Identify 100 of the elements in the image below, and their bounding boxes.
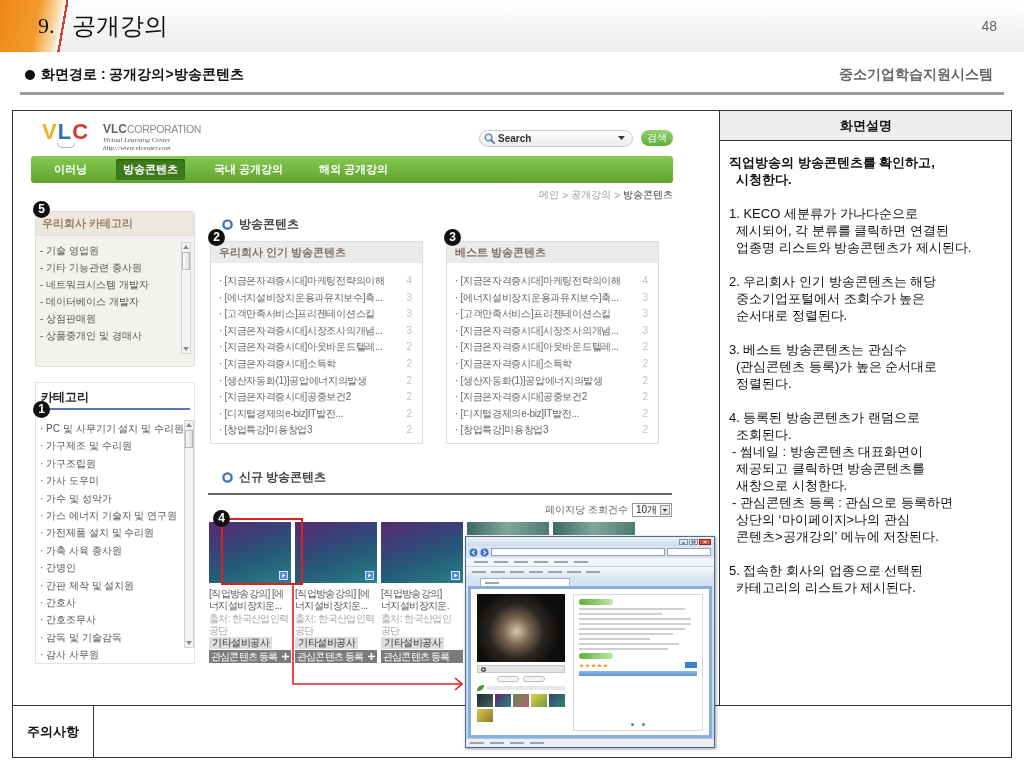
view-count: 2 xyxy=(642,373,648,388)
content-link[interactable]: · [에너지설비장치운용과유지보수]축... xyxy=(219,289,383,307)
content-link[interactable]: · [지금은자격증시대]아웃바운드텔레... xyxy=(219,339,383,356)
category-item[interactable]: · 가사 도우미 xyxy=(40,472,184,490)
content-link[interactable]: · [지금은자격증시대]마케팅전략의이해 xyxy=(219,273,385,290)
category-item[interactable]: · PC 및 사무기기 설치 및 수리원 xyxy=(40,420,184,438)
video-thumbnail[interactable] xyxy=(295,522,377,583)
video-thumbnail[interactable] xyxy=(209,522,291,583)
category-item[interactable]: · 가스 에너지 기술자 및 연구원 xyxy=(40,507,184,525)
content-link[interactable]: · [고객만족서비스]프리젠테이션스킬 xyxy=(219,306,375,323)
small-button[interactable] xyxy=(523,676,545,682)
play-icon[interactable] xyxy=(365,571,374,580)
play-icon[interactable] xyxy=(451,571,460,580)
video-thumbnail[interactable] xyxy=(477,709,493,722)
category-item[interactable]: - 상품중개인 및 경매사 xyxy=(40,327,181,344)
scrollbar-thumb[interactable] xyxy=(182,252,190,270)
search-field[interactable]: Search xyxy=(479,129,633,147)
caret-icon[interactable] xyxy=(660,505,670,515)
category-item[interactable]: · 간판 제작 및 설치원 xyxy=(40,576,184,595)
category-item[interactable]: · 감사 사무원 xyxy=(40,646,184,664)
category-item[interactable]: · 감독 및 기술감독 xyxy=(40,628,184,647)
browser-tab[interactable] xyxy=(480,578,570,586)
video-thumbnail[interactable] xyxy=(477,694,493,707)
view-count: 4 xyxy=(406,274,412,288)
video-thumbnail[interactable] xyxy=(513,694,529,707)
register-button[interactable]: 관심콘텐츠 등록 xyxy=(295,650,377,663)
play-icon[interactable] xyxy=(279,571,288,580)
content-link[interactable]: [직업방송강의] [에너지설비장치운... xyxy=(295,588,377,611)
category-item[interactable]: - 기술 영업원 xyxy=(40,242,181,259)
minimize-icon[interactable] xyxy=(679,538,688,545)
scrollbar[interactable] xyxy=(181,242,191,354)
content-link[interactable]: · [창업특강]미용창업3 xyxy=(455,422,549,439)
category-item[interactable]: · 가축 사육 종사원 xyxy=(40,541,184,560)
category-item[interactable]: · 가구조립원 xyxy=(40,454,184,473)
content-link[interactable]: · [지금은자격증시대]시장조사의개념... xyxy=(455,322,619,340)
content-link[interactable]: · [지금은자격증시대]시장조사의개념... xyxy=(219,322,383,340)
content-link[interactable]: · [디지털경제의e-biz]IT발전... xyxy=(455,405,579,423)
page-dot-icon[interactable] xyxy=(642,723,645,726)
content-link[interactable]: · [지금은자격증시대]소득학 xyxy=(455,355,573,373)
search-field[interactable] xyxy=(667,548,711,556)
content-link[interactable]: [직업방송강의] [에너지설비장치운... xyxy=(209,588,291,611)
video-thumbnail[interactable] xyxy=(495,694,511,707)
back-icon[interactable] xyxy=(469,547,478,557)
content-link[interactable]: · [생산자동화(1)]공압에너지의발생 xyxy=(219,372,367,390)
scroll-up-icon[interactable] xyxy=(183,245,189,249)
content-link[interactable]: · [창업특강]미용창업3 xyxy=(219,422,313,439)
scrollbar[interactable] xyxy=(183,420,194,648)
category-item[interactable]: · 가구제조 및 수리원 xyxy=(40,437,184,455)
content-link[interactable]: · [지금은자격증시대]소득학 xyxy=(219,355,337,373)
category-item[interactable]: · 가수 및 성악가 xyxy=(40,489,184,508)
category-item[interactable]: · 간호조무사 xyxy=(40,611,184,629)
section-heading: 방송콘텐츠 xyxy=(239,215,299,233)
category-item[interactable]: - 데이터베이스 개발자 xyxy=(40,293,181,310)
scroll-down-icon[interactable] xyxy=(183,347,189,351)
play-icon[interactable] xyxy=(481,666,486,672)
scroll-up-icon[interactable] xyxy=(185,423,192,427)
register-button[interactable]: 관심콘텐츠 등록 xyxy=(381,650,463,663)
view-count: 2 xyxy=(642,406,648,421)
category-item[interactable]: · 간호사 xyxy=(40,594,184,612)
video-thumbnail[interactable] xyxy=(531,694,547,707)
category-item[interactable]: · 간병인 xyxy=(40,559,184,577)
content-link[interactable]: · [생산자동화(1)]공압에너지의발생 xyxy=(455,372,603,390)
content-link[interactable]: · [고객만족서비스]프리젠테이션스킬 xyxy=(455,306,611,323)
content-link[interactable]: · [지금은자격증시대]아웃바운드텔레... xyxy=(455,339,619,356)
content-link[interactable]: · [지금은자격증시대]마케팅전략의이해 xyxy=(455,273,621,290)
caret-icon[interactable] xyxy=(618,136,625,140)
scrollbar-thumb[interactable] xyxy=(184,430,193,448)
video-frame[interactable] xyxy=(477,594,565,662)
category-item[interactable]: - 상점판매원 xyxy=(40,310,181,327)
video-thumbnail[interactable] xyxy=(381,522,463,583)
video-thumbnail[interactable] xyxy=(549,694,565,707)
content-link[interactable]: · [디지털경제의e-biz]IT발전... xyxy=(219,405,343,423)
small-button[interactable] xyxy=(497,676,519,682)
scroll-down-icon[interactable] xyxy=(185,641,192,645)
address-field[interactable] xyxy=(491,548,665,556)
category-item[interactable]: · 가전제품 설치 및 수리원 xyxy=(40,524,184,542)
register-button[interactable]: 관심콘텐츠 등록 xyxy=(209,650,291,663)
action-bar[interactable] xyxy=(579,671,697,676)
maximize-icon[interactable] xyxy=(689,538,698,545)
category-item[interactable]: - 기타 기능관련 종사원 xyxy=(40,259,181,276)
content-link[interactable]: · [에너지설비장치운용과유지보수]축... xyxy=(455,289,619,307)
page-size-select[interactable]: 10개 xyxy=(631,503,672,517)
video-thumbnail[interactable] xyxy=(553,522,635,535)
view-count: 2 xyxy=(406,423,412,438)
category-item[interactable]: - 네트워크시스템 개발자 xyxy=(40,276,181,293)
column-header: 화면설명 xyxy=(720,111,1011,141)
page-dot-icon[interactable] xyxy=(631,723,634,726)
content-link[interactable]: [직업방송강의] 너지설비장치운. xyxy=(381,588,463,611)
search-icon xyxy=(484,132,495,144)
content-link[interactable]: · [지금은자격증시대]공중보건2 xyxy=(455,389,588,406)
forward-icon[interactable] xyxy=(480,547,489,557)
nav-tab[interactable]: 방송콘텐츠 xyxy=(116,159,185,180)
close-icon[interactable] xyxy=(699,538,711,545)
view-count: 3 xyxy=(406,290,412,305)
video-thumbnail[interactable] xyxy=(467,522,549,535)
section-tag xyxy=(579,599,613,605)
player-controls[interactable] xyxy=(477,665,565,673)
content-link[interactable]: · [지금은자격증시대]공중보건2 xyxy=(219,389,352,406)
breadcrumb-link[interactable]: 방송콘텐츠 xyxy=(623,188,673,202)
star-rating[interactable] xyxy=(579,662,608,668)
